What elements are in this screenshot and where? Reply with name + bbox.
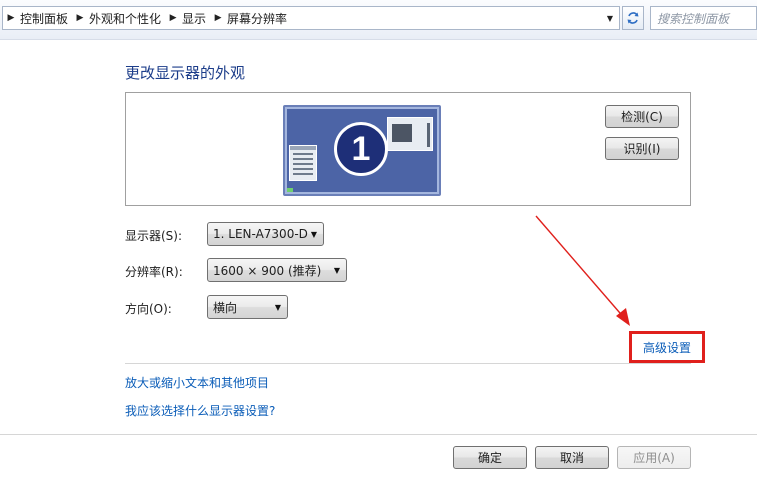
chevron-right-icon[interactable]: ▶ — [210, 13, 226, 23]
display-label: 显示器(S): — [125, 229, 183, 243]
divider — [125, 363, 691, 364]
chevron-right-icon[interactable]: ▶ — [3, 13, 19, 23]
breadcrumb-item-appearance[interactable]: ▶ 外观和个性化 — [72, 7, 165, 29]
resolution-select-value: 1600 × 900 (推荐) — [213, 263, 322, 278]
preview-window-icon — [289, 145, 317, 181]
chevron-down-icon: ▼ — [274, 302, 282, 312]
breadcrumb-label[interactable]: 控制面板 — [19, 10, 72, 27]
identify-button[interactable]: 识别(I) — [605, 137, 679, 160]
history-dropdown-button[interactable]: ▼ — [601, 7, 619, 29]
chevron-down-icon: ▼ — [310, 229, 318, 239]
preview-window-icon — [387, 117, 433, 151]
chevron-down-icon: ▼ — [606, 13, 614, 23]
address-bar: ▶ 控制面板 ▶ 外观和个性化 ▶ 显示 ▶ 屏幕分辨率 ▼ 搜索控制面板 — [0, 0, 757, 40]
breadcrumb-label[interactable]: 外观和个性化 — [88, 10, 165, 27]
which-settings-link[interactable]: 我应该选择什么显示器设置? — [125, 402, 275, 419]
divider — [0, 434, 757, 435]
arrow-annotation-icon — [535, 215, 630, 326]
refresh-icon — [627, 12, 639, 24]
breadcrumb-item-resolution[interactable]: ▶ 屏幕分辨率 — [210, 7, 291, 29]
chevron-right-icon[interactable]: ▶ — [165, 13, 181, 23]
cancel-button[interactable]: 取消 — [535, 446, 609, 469]
ok-button[interactable]: 确定 — [453, 446, 527, 469]
start-button-icon — [287, 188, 293, 192]
detect-button[interactable]: 检测(C) — [605, 105, 679, 128]
display-select[interactable]: 1. LEN-A7300-D ▼ — [207, 222, 324, 246]
breadcrumb[interactable]: ▶ 控制面板 ▶ 外观和个性化 ▶ 显示 ▶ 屏幕分辨率 ▼ — [2, 6, 620, 30]
breadcrumb-label[interactable]: 显示 — [181, 10, 210, 27]
page-title: 更改显示器的外观 — [125, 64, 246, 82]
resolution-label: 分辨率(R): — [125, 265, 183, 279]
search-placeholder: 搜索控制面板 — [657, 11, 730, 26]
monitor-number-badge: 1 — [334, 122, 388, 176]
orientation-label: 方向(O): — [125, 302, 172, 316]
chevron-right-icon[interactable]: ▶ — [72, 13, 88, 23]
search-input[interactable]: 搜索控制面板 — [650, 6, 757, 30]
display-select-value: 1. LEN-A7300-D — [213, 227, 308, 241]
monitor-icon[interactable]: 1 — [283, 105, 441, 196]
advanced-settings-label[interactable]: 高级设置 — [643, 339, 691, 356]
apply-button[interactable]: 应用(A) — [617, 446, 691, 469]
breadcrumb-item-control-panel[interactable]: ▶ 控制面板 — [3, 7, 72, 29]
advanced-settings-link[interactable]: 高级设置 — [629, 331, 705, 363]
text-size-link[interactable]: 放大或缩小文本和其他项目 — [125, 374, 269, 391]
orientation-select-value: 横向 — [213, 300, 238, 315]
refresh-button[interactable] — [622, 6, 644, 30]
breadcrumb-label[interactable]: 屏幕分辨率 — [226, 10, 291, 27]
orientation-select[interactable]: 横向 ▼ — [207, 295, 288, 319]
breadcrumb-item-display[interactable]: ▶ 显示 — [165, 7, 210, 29]
resolution-select[interactable]: 1600 × 900 (推荐) ▼ — [207, 258, 347, 282]
chevron-down-icon: ▼ — [333, 265, 341, 275]
